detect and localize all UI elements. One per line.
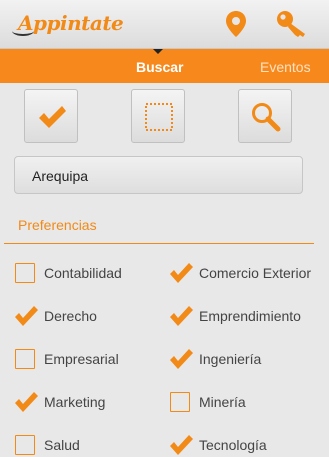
checked-checkbox[interactable] [15,392,38,412]
preference-item[interactable]: Ingeniería [170,348,261,370]
magnifier-icon [252,103,281,132]
unchecked-checkbox[interactable] [170,392,190,412]
checked-checkbox[interactable] [170,435,193,455]
map-pin-icon[interactable] [221,9,251,39]
preference-item[interactable]: Comercio Exterior [170,262,311,284]
section-divider [4,243,314,244]
key-icon[interactable] [275,9,305,39]
unchecked-checkbox[interactable] [15,263,35,283]
preference-label: Tecnología [199,437,267,453]
preference-label: Salud [44,437,80,453]
preference-item[interactable]: Minería [170,391,246,413]
tab-buscar[interactable]: Buscar [136,59,183,75]
preference-item[interactable]: Emprendimiento [170,305,301,327]
preference-label: Marketing [44,394,106,410]
select-all-button[interactable] [24,89,78,143]
preference-label: Contabilidad [44,265,122,281]
checkmark-icon [39,106,66,128]
section-title: Preferencias [18,217,97,233]
empty-square-icon [145,103,173,131]
checked-checkbox[interactable] [15,306,38,326]
preference-label: Empresarial [44,351,119,367]
tab-eventos[interactable]: Eventos [260,59,311,75]
checked-checkbox[interactable] [170,306,193,326]
app-logo: Appintate [18,11,124,35]
preference-item[interactable]: Empresarial [15,348,119,370]
preference-item[interactable]: Contabilidad [15,262,122,284]
city-field[interactable]: Arequipa [14,156,303,194]
unchecked-checkbox[interactable] [15,435,35,455]
preference-label: Minería [199,394,246,410]
preference-item[interactable]: Tecnología [170,434,267,456]
preference-item[interactable]: Derecho [15,305,97,327]
preference-label: Emprendimiento [199,308,301,324]
preference-label: Derecho [44,308,97,324]
action-bar: Appintate [0,0,329,49]
preference-label: Ingeniería [199,351,262,367]
preference-label: Comercio Exterior [199,265,312,281]
deselect-all-button[interactable] [131,89,185,143]
preference-item[interactable]: Salud [15,434,80,456]
checked-checkbox[interactable] [170,349,193,369]
tab-strip: Buscar Eventos [0,49,329,83]
preference-item[interactable]: Marketing [15,391,105,413]
checked-checkbox[interactable] [170,263,193,283]
unchecked-checkbox[interactable] [15,349,35,369]
search-button[interactable] [238,89,292,143]
active-tab-indicator [153,49,163,54]
